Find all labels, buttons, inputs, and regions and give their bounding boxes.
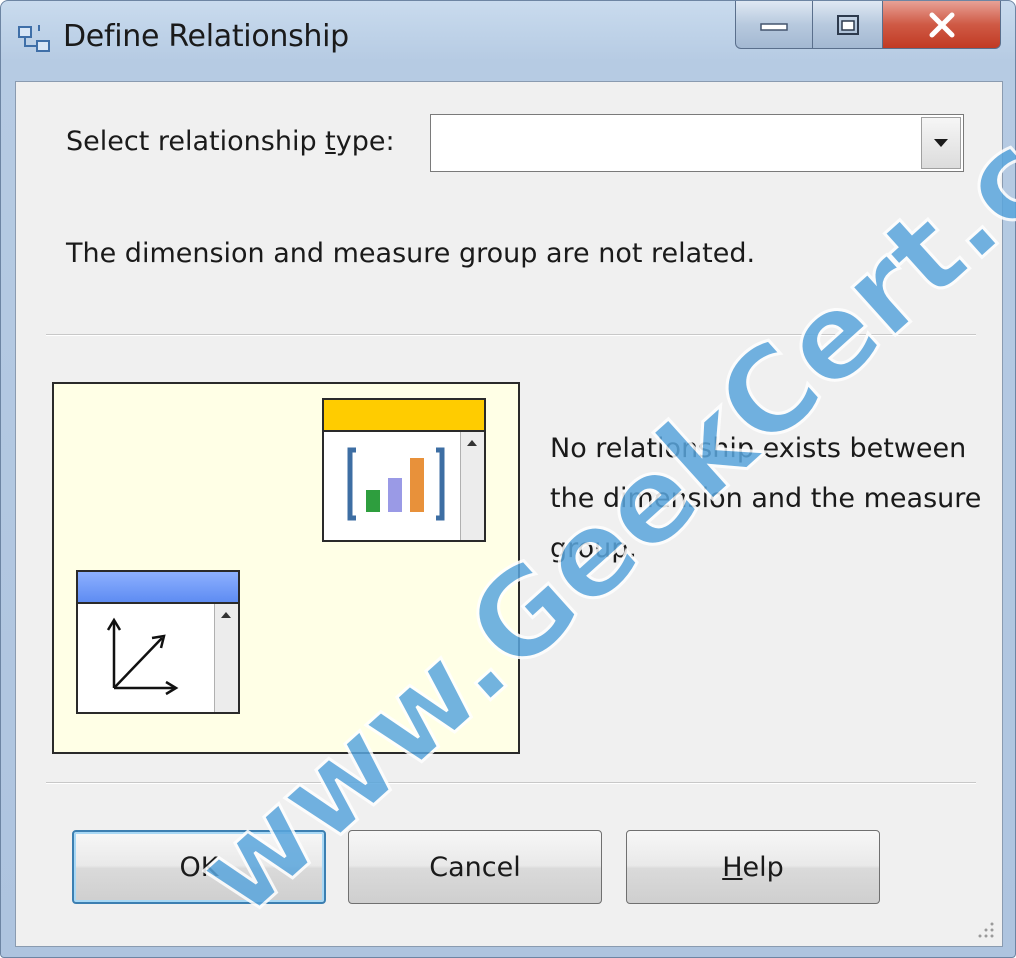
window-title: Define Relationship bbox=[63, 19, 349, 54]
relationship-type-label-end: ype: bbox=[335, 126, 395, 157]
cancel-button[interactable]: Cancel bbox=[348, 830, 602, 904]
maximize-icon bbox=[836, 14, 859, 35]
dimension-scrollbar[interactable] bbox=[214, 604, 238, 712]
help-button[interactable]: Help bbox=[626, 830, 880, 904]
scroll-up-icon bbox=[221, 612, 231, 618]
separator-top bbox=[46, 334, 976, 336]
dimension-window bbox=[76, 570, 240, 714]
relationship-type-label-accelerator: t bbox=[325, 126, 336, 157]
dialog-window: Define Relationship Select relationship … bbox=[0, 0, 1016, 958]
title-bar[interactable]: Define Relationship bbox=[1, 1, 1015, 79]
relationship-type-label: Select relationship type: bbox=[66, 126, 395, 157]
relationship-icon bbox=[18, 25, 50, 52]
maximize-button[interactable] bbox=[813, 1, 883, 49]
minimize-button[interactable] bbox=[735, 1, 813, 49]
help-label-rest: elp bbox=[742, 851, 784, 883]
dialog-client-area: Select relationship type: The dimension … bbox=[15, 81, 1003, 947]
dimension-axes-icon bbox=[106, 617, 179, 696]
relationship-diagram bbox=[52, 382, 520, 754]
chevron-down-icon bbox=[934, 139, 948, 147]
measure-group-icon bbox=[347, 447, 445, 521]
measure-group-window bbox=[322, 398, 486, 542]
measure-group-titlebar bbox=[324, 400, 484, 432]
relationship-description: No relationship exists between the dimen… bbox=[550, 433, 982, 564]
relationship-status-text: The dimension and measure group are not … bbox=[66, 238, 756, 269]
ok-button[interactable]: OK bbox=[72, 830, 326, 904]
minimize-icon bbox=[760, 22, 788, 31]
resize-grip-icon[interactable] bbox=[976, 920, 996, 940]
close-button[interactable] bbox=[883, 1, 1001, 49]
relationship-type-label-start: Select relationship bbox=[66, 126, 326, 157]
measure-group-scrollbar[interactable] bbox=[460, 432, 484, 540]
dimension-titlebar bbox=[78, 572, 238, 604]
help-accelerator: H bbox=[722, 851, 743, 883]
relationship-type-dropdown[interactable] bbox=[430, 114, 964, 172]
scroll-up-icon bbox=[467, 440, 477, 446]
close-icon bbox=[929, 12, 954, 37]
separator-bottom bbox=[46, 782, 976, 784]
caption-buttons bbox=[735, 1, 1001, 51]
dropdown-arrow-button[interactable] bbox=[921, 117, 961, 169]
